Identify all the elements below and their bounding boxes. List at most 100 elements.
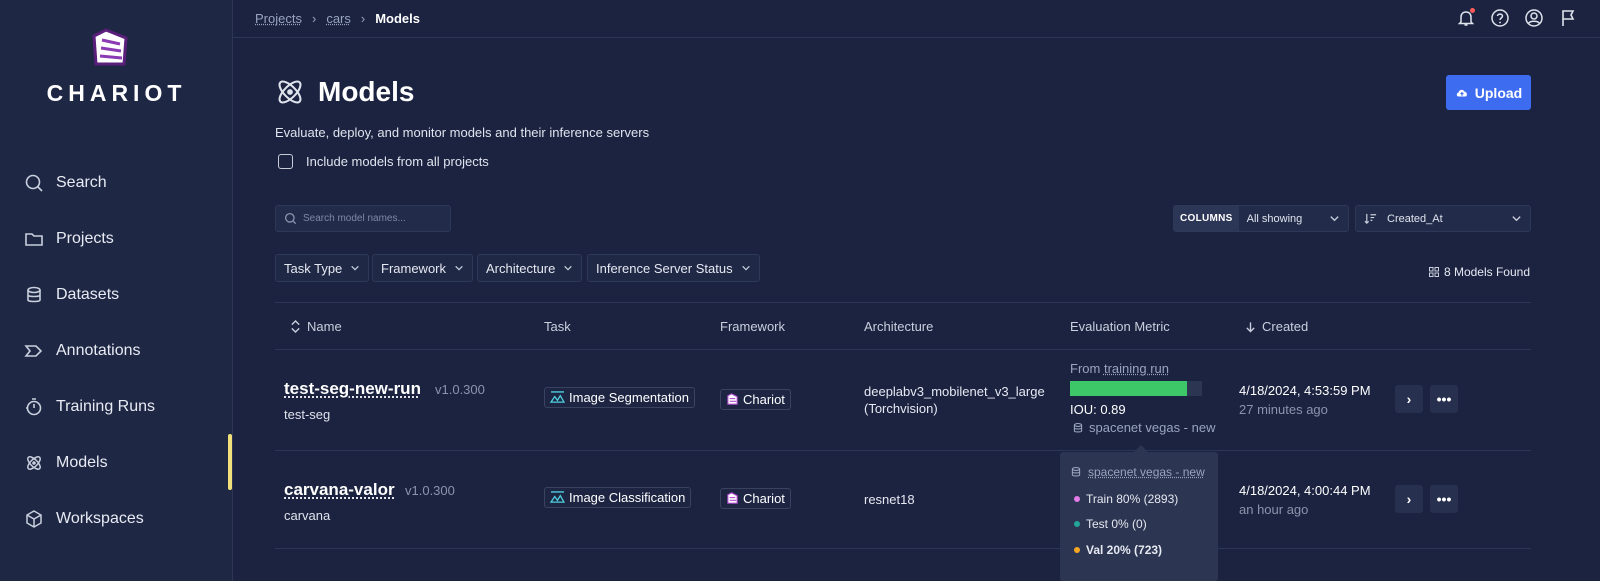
database-icon: [1073, 422, 1083, 432]
chevron-down-icon: [1330, 216, 1339, 222]
columns-label: COLUMNS: [1174, 206, 1239, 231]
breadcrumb: Projects › cars › Models: [255, 11, 420, 26]
breadcrumb-cars[interactable]: cars: [326, 11, 351, 26]
tooltip-dataset: spacenet vegas - new: [1070, 465, 1205, 479]
chevron-down-icon: [351, 265, 360, 271]
open-model-button[interactable]: ›: [1395, 485, 1423, 513]
page-title: Models: [318, 76, 415, 107]
models-found-count: 8 Models Found: [1428, 265, 1530, 279]
account-icon[interactable]: [1524, 8, 1544, 28]
column-header-label: Task: [544, 319, 571, 334]
split-label: Train 80% (2893): [1086, 492, 1179, 506]
sidebar-item-training-runs[interactable]: Training Runs: [24, 392, 155, 422]
sort-select[interactable]: Created_At: [1355, 205, 1531, 232]
split-label: Val 20% (723): [1086, 543, 1163, 557]
created-date: 4/18/2024, 4:00:44 PM: [1239, 483, 1371, 498]
dataset-split-tooltip: spacenet vegas - new Train 80% (2893) Te…: [1060, 445, 1218, 581]
metric-value: IOU: 0.89: [1070, 402, 1126, 417]
task-label: Image Classification: [569, 490, 686, 505]
filter-task-type[interactable]: Task Type: [275, 254, 370, 282]
task-chip: Image Segmentation: [544, 387, 695, 408]
chevron-down-icon: [455, 265, 463, 271]
column-header-framework[interactable]: Framework: [720, 319, 785, 334]
model-version: v1.0.300: [405, 483, 455, 498]
tooltip-dataset-link[interactable]: spacenet vegas - new: [1088, 465, 1205, 479]
sort-updown-icon: [291, 320, 300, 333]
column-header-label: Framework: [720, 319, 786, 334]
column-header-evaluation-metric[interactable]: Evaluation Metric: [1070, 319, 1170, 334]
more-actions-button[interactable]: •••: [1430, 485, 1458, 513]
column-header-name[interactable]: Name: [290, 319, 342, 334]
columns-value: All showing: [1246, 212, 1303, 225]
sidebar-item-search[interactable]: Search: [24, 168, 107, 198]
include-all-projects-checkbox[interactable]: [278, 154, 293, 169]
task-chip: Image Classification: [544, 487, 692, 508]
search-icon: [284, 212, 297, 225]
sidebar-item-annotations[interactable]: Annotations: [24, 336, 141, 366]
active-nav-indicator: [228, 434, 232, 490]
chariot-logo[interactable]: [88, 26, 132, 70]
sidebar-item-workspaces[interactable]: Workspaces: [24, 504, 144, 534]
framework-label: Chariot: [743, 392, 785, 407]
filter-label: Architecture: [486, 260, 556, 276]
breadcrumb-current: Models: [375, 11, 421, 26]
brand-name: CHARIOT: [46, 80, 187, 106]
search-placeholder: Search model names...: [303, 213, 406, 224]
architecture-name: deeplabv3_mobilenet_v3_large: [864, 384, 1045, 399]
filter-label: Framework: [381, 260, 447, 276]
metric-dataset[interactable]: spacenet vegas - new: [1072, 420, 1215, 435]
created-relative: an hour ago: [1239, 502, 1309, 517]
model-name-link[interactable]: carvana-valor: [284, 480, 395, 500]
architecture-name: resnet18: [864, 492, 915, 507]
breadcrumb-projects[interactable]: Projects: [255, 11, 302, 26]
sidebar-item-label: Workspaces: [56, 510, 144, 527]
upload-button[interactable]: Upload: [1446, 75, 1531, 110]
training-run-link[interactable]: training run: [1104, 361, 1169, 376]
open-model-button[interactable]: ›: [1395, 385, 1423, 413]
model-name-link[interactable]: test-seg-new-run: [284, 379, 421, 399]
help-icon[interactable]: [1490, 8, 1510, 28]
sidebar-item-label: Projects: [56, 230, 114, 247]
page-header: Models: [274, 76, 414, 108]
sidebar-item-projects[interactable]: Projects: [24, 224, 114, 254]
filter-label: Task Type: [284, 260, 343, 276]
notification-dot: [1470, 8, 1475, 13]
grid-icon: [1428, 267, 1439, 277]
column-header-label: Evaluation Metric: [1070, 319, 1170, 334]
column-header-created[interactable]: Created: [1245, 319, 1308, 334]
columns-select[interactable]: COLUMNS All showing: [1173, 205, 1349, 232]
task-label: Image Segmentation: [569, 390, 689, 405]
cube-icon: [26, 510, 42, 528]
more-actions-button[interactable]: •••: [1430, 385, 1458, 413]
sort-value: Created_At: [1387, 212, 1443, 225]
sidebar-item-models[interactable]: Models: [24, 448, 108, 478]
chariot-framework-icon: [727, 393, 738, 405]
ellipsis-icon: •••: [1436, 391, 1452, 407]
search-input[interactable]: Search model names...: [275, 205, 451, 232]
metric-progress-fill: [1070, 381, 1188, 396]
filter-architecture[interactable]: Architecture: [477, 254, 583, 282]
column-header-task[interactable]: Task: [544, 319, 571, 334]
metric-source-prefix: From: [1070, 361, 1101, 376]
filter-inference-server-status[interactable]: Inference Server Status: [587, 254, 760, 282]
flag-icon[interactable]: [1558, 8, 1578, 28]
image-icon: [550, 491, 565, 503]
framework-label: Chariot: [743, 491, 785, 506]
split-train: Train 80% (2893): [1074, 492, 1178, 506]
column-header-architecture[interactable]: Architecture: [864, 319, 933, 334]
sidebar-item-label: Training Runs: [56, 398, 156, 415]
split-label: Test 0% (0): [1086, 517, 1147, 531]
bell-icon[interactable]: [1456, 8, 1476, 28]
cloud-upload-icon: [1456, 89, 1467, 96]
ellipsis-icon: •••: [1436, 491, 1452, 507]
sidebar-item-label: Models: [56, 454, 108, 471]
filter-framework[interactable]: Framework: [372, 254, 474, 282]
include-all-projects-toggle[interactable]: Include models from all projects: [278, 154, 489, 169]
sidebar-item-datasets[interactable]: Datasets: [24, 280, 119, 310]
divider: [275, 349, 1531, 350]
architecture-source: (Torchvision): [864, 401, 938, 416]
arrow-down-icon: [1246, 321, 1255, 333]
page-subtitle: Evaluate, deploy, and monitor models and…: [275, 125, 650, 140]
atom-icon: [27, 456, 41, 470]
image-icon: [550, 391, 565, 403]
